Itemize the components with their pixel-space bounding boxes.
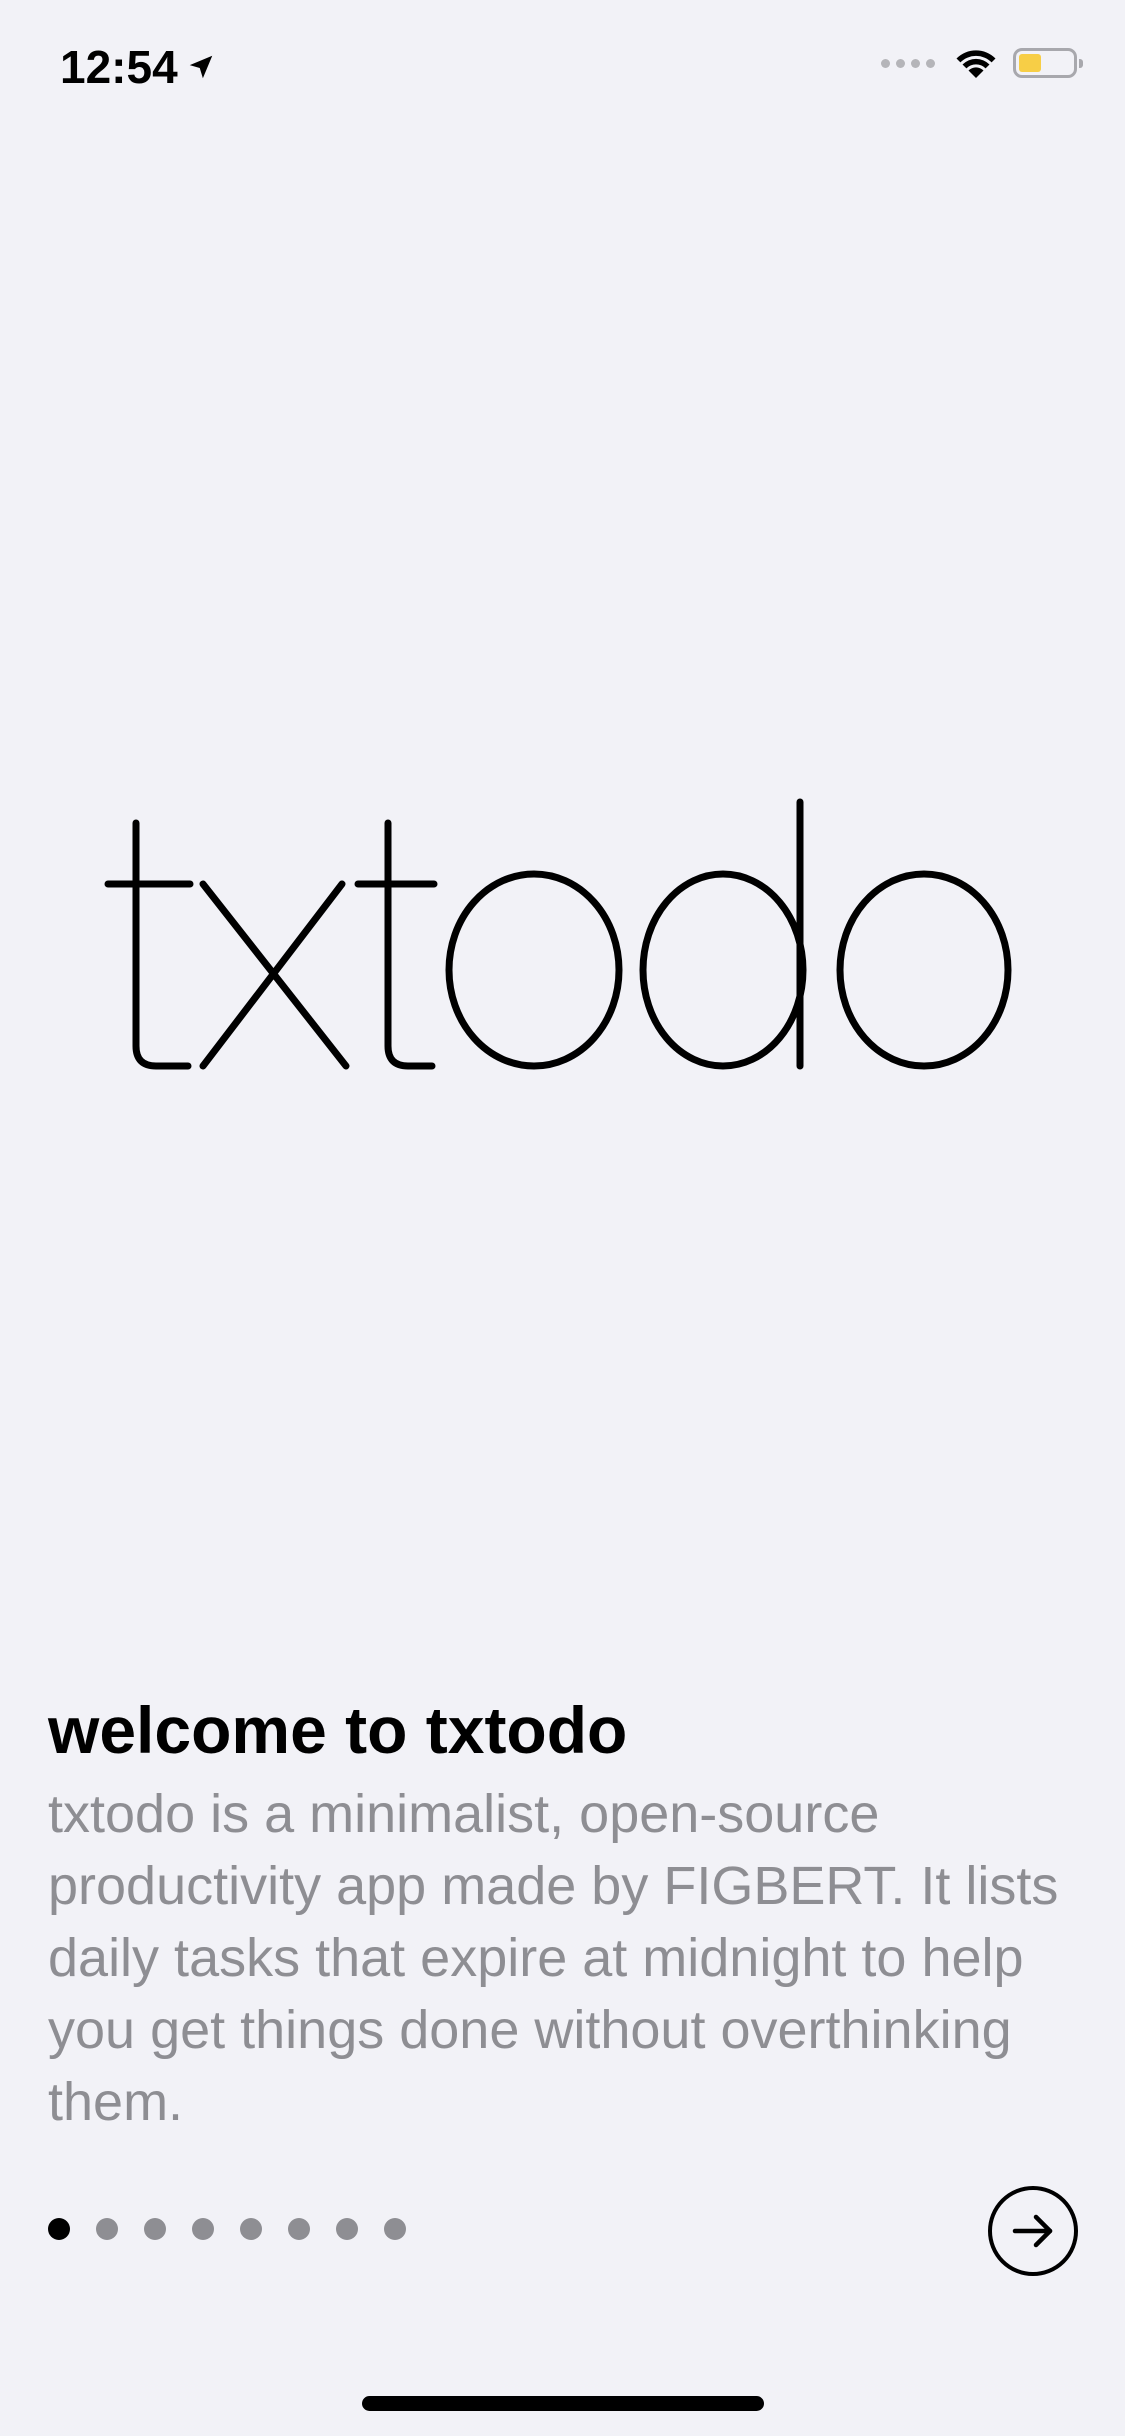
- onboarding-description: txtodo is a minimalist, open-source prod…: [48, 1784, 1059, 2132]
- home-indicator[interactable]: [362, 2396, 764, 2411]
- page-dot-2[interactable]: [96, 2218, 118, 2240]
- status-bar: 12:54: [0, 0, 1125, 140]
- next-button[interactable]: [988, 2186, 1078, 2276]
- status-time-text: 12:54: [60, 41, 178, 93]
- location-arrow-icon: [189, 55, 212, 79]
- onboarding-content: welcome to txtodo txtodo is a minimalist…: [48, 1690, 1088, 2138]
- cellular-signal-icon: [881, 58, 935, 68]
- page-dot-4[interactable]: [192, 2218, 214, 2240]
- arrow-right-icon: [1012, 2214, 1053, 2248]
- status-time: 12:54: [60, 40, 216, 94]
- wifi-icon: [956, 50, 996, 78]
- battery-level: [1019, 54, 1041, 72]
- app-logo: [104, 798, 1012, 1070]
- page-dot-5[interactable]: [240, 2218, 262, 2240]
- page-dot-8[interactable]: [384, 2218, 406, 2240]
- page-dot-3[interactable]: [144, 2218, 166, 2240]
- onboarding-screen: 12:54 welcome to txtodo txtodo is a mini…: [0, 0, 1125, 2436]
- battery-icon: [1013, 48, 1083, 78]
- page-dot-7[interactable]: [336, 2218, 358, 2240]
- onboarding-title: welcome to txtodo: [48, 1693, 628, 1767]
- page-dot-6[interactable]: [288, 2218, 310, 2240]
- page-indicator[interactable]: [48, 2218, 406, 2240]
- page-dot-1[interactable]: [48, 2218, 70, 2240]
- status-indicators: [881, 46, 1083, 80]
